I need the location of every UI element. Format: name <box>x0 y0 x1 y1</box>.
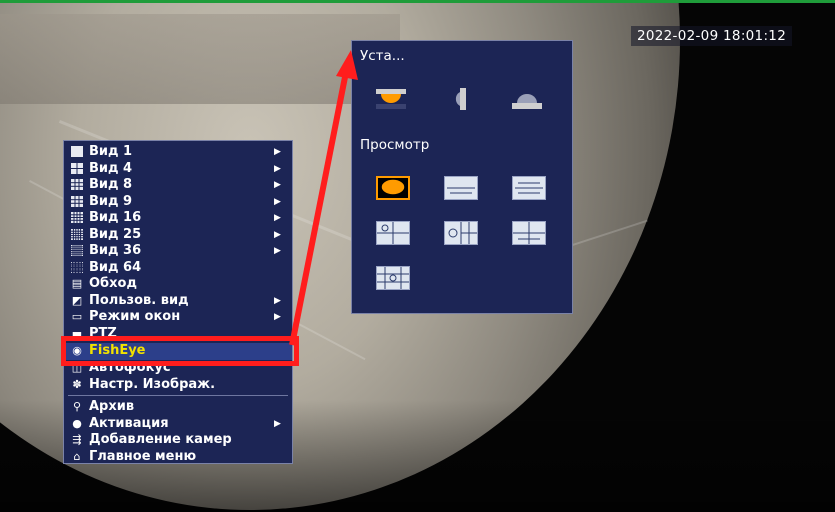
wall-mount-icon[interactable] <box>442 87 476 111</box>
submenu-arrow-icon: ▶ <box>274 180 281 190</box>
menu-item-label: Архив <box>89 399 135 414</box>
view-25-icon <box>71 228 83 241</box>
submenu-arrow-icon: ▶ <box>274 147 281 157</box>
menu-item-label: Вид 16 <box>89 210 142 225</box>
menu-item-home[interactable]: ⌂ Главное меню <box>64 449 292 466</box>
menu-item-add-camera[interactable]: ⇶ Добавление камер <box>64 432 292 449</box>
fisheye-panorama-4-icon[interactable] <box>512 221 546 245</box>
ceiling-area <box>0 14 400 104</box>
fisheye-panel: Уста... Просмотр <box>351 40 573 314</box>
view-8-icon <box>71 179 83 191</box>
fisheye-1p8-icon[interactable] <box>376 266 410 290</box>
submenu-arrow-icon: ▶ <box>274 246 281 256</box>
panorama-180-icon[interactable] <box>444 176 478 200</box>
fisheye-1p1-icon[interactable] <box>376 221 410 245</box>
menu-item-label: Главное меню <box>89 448 197 464</box>
menu-item-label: Активация <box>89 415 169 431</box>
menu-item-label: Вид 25 <box>89 226 142 242</box>
menu-item-label: Вид 1 <box>89 144 133 159</box>
top-status-line <box>0 0 835 3</box>
menu-item-label: Настр. Изображ. <box>89 377 216 392</box>
home-icon: ⌂ <box>73 449 81 463</box>
view-mode-title: Просмотр <box>360 137 430 153</box>
menu-item-custom-view[interactable]: ◩ Пользов. вид ▶ <box>64 293 292 310</box>
fisheye-original-icon[interactable] <box>376 176 410 200</box>
menu-item-image-settings[interactable]: ✽ Настр. Изображ. <box>64 377 292 394</box>
add-camera-icon: ⇶ <box>72 433 82 446</box>
context-menu: Вид 1 ▶ Вид 4 ▶ Вид 8 ▶ Вид 9 ▶ Вид 16 ▶ Вид 25 ▶ Ви… <box>63 140 293 464</box>
menu-item-label: Режим окон <box>89 309 181 324</box>
submenu-arrow-icon: ▶ <box>274 196 281 207</box>
fisheye-1p3-icon[interactable] <box>444 221 478 245</box>
menu-item-label: Вид 9 <box>89 193 133 209</box>
menu-item-label: Обход <box>89 276 137 291</box>
image-settings-icon: ✽ <box>72 378 82 391</box>
menu-item-search[interactable]: ⚲ Архив <box>64 399 292 416</box>
view-36-icon <box>71 245 83 257</box>
menu-item-window-mode[interactable]: ▭ Режим окон ▶ <box>64 309 292 326</box>
menu-item-view-16[interactable]: Вид 16 ▶ <box>64 210 292 227</box>
submenu-arrow-icon: ▶ <box>274 213 281 223</box>
highlight-box <box>61 336 299 366</box>
menu-item-label: Вид 8 <box>89 177 133 192</box>
panorama-360-split-icon[interactable] <box>512 176 546 200</box>
menu-item-view-36[interactable]: Вид 36 ▶ <box>64 243 292 260</box>
menu-item-view-8[interactable]: Вид 8 ▶ <box>64 177 292 194</box>
menu-item-label: Вид 64 <box>89 259 142 275</box>
custom-view-icon: ◩ <box>71 293 83 307</box>
ground-mount-icon[interactable] <box>510 87 544 111</box>
submenu-arrow-icon: ▶ <box>274 229 281 240</box>
search-icon: ⚲ <box>72 400 82 413</box>
view-1-icon <box>71 146 83 158</box>
window-mode-icon: ▭ <box>71 310 83 323</box>
view-4-icon <box>71 162 83 175</box>
view-64-icon <box>71 261 83 274</box>
menu-item-view-1[interactable]: Вид 1 ▶ <box>64 144 292 161</box>
submenu-arrow-icon: ▶ <box>274 418 281 429</box>
timestamp: 2022-02-09 18:01:12 <box>631 26 793 46</box>
install-mode-title: Уста... <box>360 48 405 64</box>
view-16-icon <box>71 212 83 224</box>
menu-item-label: Вид 36 <box>89 243 142 258</box>
menu-item-view-4[interactable]: Вид 4 ▶ <box>64 161 292 178</box>
menu-item-view-25[interactable]: Вид 25 ▶ <box>64 227 292 244</box>
submenu-arrow-icon: ▶ <box>274 295 281 306</box>
menu-item-activation[interactable]: ● Активация ▶ <box>64 416 292 433</box>
view-9-icon <box>71 195 83 208</box>
ceiling-mount-icon[interactable] <box>374 87 408 111</box>
menu-item-view-64[interactable]: Вид 64 <box>64 260 292 277</box>
activation-icon: ● <box>72 416 82 430</box>
tour-icon: ▤ <box>71 277 83 290</box>
submenu-arrow-icon: ▶ <box>274 163 281 174</box>
submenu-arrow-icon: ▶ <box>274 312 281 322</box>
menu-item-tour[interactable]: ▤ Обход <box>64 276 292 293</box>
menu-item-label: Пользов. вид <box>89 292 189 308</box>
menu-item-view-9[interactable]: Вид 9 ▶ <box>64 194 292 211</box>
menu-separator <box>68 395 288 396</box>
menu-item-label: Добавление камер <box>89 432 232 447</box>
menu-item-label: Вид 4 <box>89 160 133 176</box>
